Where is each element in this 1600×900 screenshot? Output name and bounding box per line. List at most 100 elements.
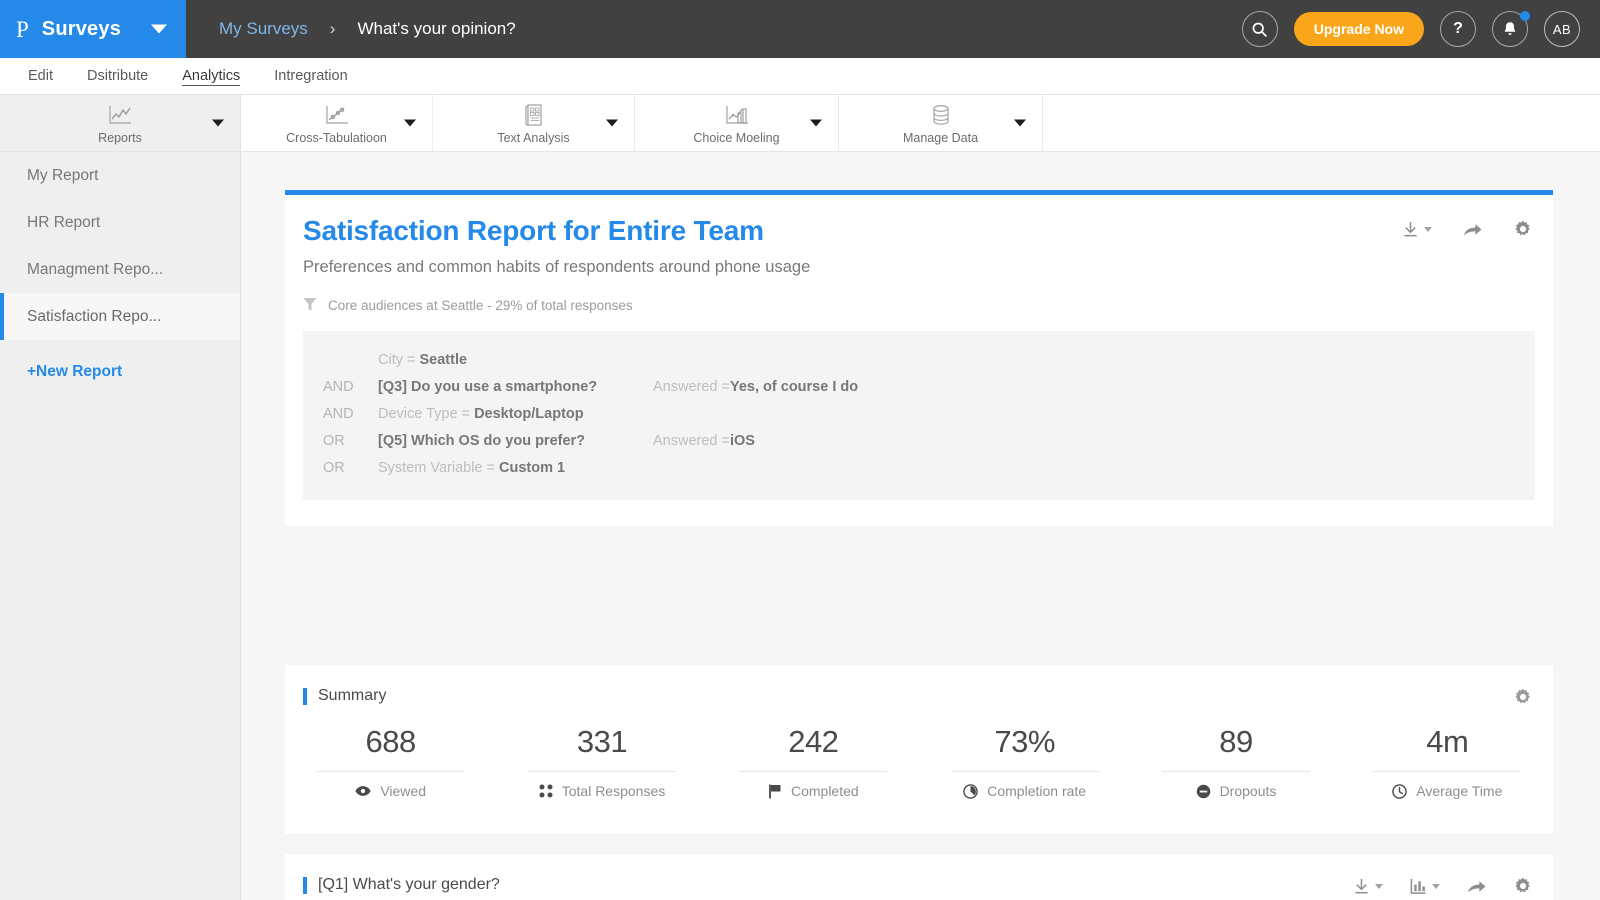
- brand-home-button[interactable]: P Surveys: [0, 0, 186, 58]
- question-share-button[interactable]: [1466, 877, 1487, 896]
- breadcrumb: My Surveys › What's your opinion?: [186, 0, 516, 58]
- sidebar-item-satisfaction-report[interactable]: Satisfaction Repo...: [0, 293, 240, 340]
- notifications-button[interactable]: [1492, 11, 1528, 47]
- condition-operator: AND: [323, 401, 378, 428]
- stat-completed: 242 Completed: [708, 724, 919, 799]
- summary-title: Summary: [318, 687, 386, 705]
- sidebar-item-label: HR Report: [27, 214, 100, 232]
- stat-value: 4m: [1426, 724, 1468, 760]
- question-download-button[interactable]: [1352, 877, 1383, 896]
- condition-value: Custom 1: [499, 460, 565, 476]
- condition-field: System Variable =: [378, 460, 499, 476]
- download-icon: [1352, 877, 1371, 896]
- condition-answer-label: Answered =: [653, 374, 730, 401]
- share-arrow-icon: [1462, 220, 1483, 239]
- clock-icon: [1392, 784, 1407, 799]
- toolbar-label-choice-modeling: Choice Moeling: [693, 131, 779, 145]
- condition-row: OR [Q5] Which OS do you prefer? Answered…: [323, 428, 1515, 455]
- filter-conditions-panel: City = Seattle AND [Q3] Do you use a sma…: [303, 331, 1535, 500]
- breadcrumb-my-surveys[interactable]: My Surveys: [219, 19, 308, 39]
- stat-value: 73%: [994, 724, 1055, 760]
- stat-divider: [528, 771, 676, 772]
- chevron-down-icon[interactable]: [404, 120, 416, 127]
- stat-label-text: Completed: [791, 783, 859, 799]
- stat-label-row: Viewed: [355, 783, 426, 799]
- avatar[interactable]: AB: [1544, 11, 1580, 47]
- condition-answer-value: iOS: [730, 428, 755, 455]
- stat-divider: [317, 771, 465, 772]
- question-chart-type-button[interactable]: [1409, 877, 1440, 896]
- product-logo-icon: P: [16, 18, 29, 41]
- new-report-label: +New Report: [27, 363, 122, 381]
- condition-value: Desktop/Laptop: [474, 406, 584, 422]
- scatter-chart-icon: [324, 102, 350, 128]
- search-button[interactable]: [1242, 11, 1278, 47]
- pie-gauge-icon: [963, 784, 978, 799]
- dots-grid-icon: [539, 784, 553, 798]
- report-header-card: Satisfaction Report for Entire Team Pref…: [285, 190, 1553, 526]
- condition-operator: OR: [323, 428, 378, 455]
- chevron-down-icon[interactable]: [606, 120, 618, 127]
- toolbar-item-choice-modeling[interactable]: Choice Moeling: [635, 95, 839, 151]
- stat-viewed: 688 Viewed: [285, 724, 496, 799]
- sidebar-item-management-report[interactable]: Managment Repo...: [0, 246, 240, 293]
- new-report-button[interactable]: +New Report: [0, 348, 240, 395]
- toolbar-item-reports[interactable]: Reports: [0, 95, 241, 151]
- toolbar-item-text-analysis[interactable]: Text Analysis: [433, 95, 635, 151]
- chevron-down-icon[interactable]: [1375, 884, 1383, 889]
- stat-value: 688: [366, 724, 416, 760]
- sidebar-item-hr-report[interactable]: HR Report: [0, 199, 240, 246]
- bell-icon: [1502, 21, 1518, 38]
- tab-integration-label: Intregration: [274, 68, 347, 84]
- stat-label-text: Viewed: [380, 783, 426, 799]
- tab-analytics-label: Analytics: [182, 68, 240, 84]
- chevron-down-icon[interactable]: [151, 25, 167, 34]
- stat-label-text: Completion rate: [987, 783, 1086, 799]
- question-title: [Q1] What's your gender?: [318, 876, 500, 894]
- report-subtitle: Preferences and common habits of respond…: [303, 258, 1553, 277]
- chevron-down-icon[interactable]: [212, 120, 224, 127]
- stat-value: 331: [577, 724, 627, 760]
- toolbar-item-cross-tabulation[interactable]: Cross-Tabulatioon: [241, 95, 433, 151]
- chevron-down-icon[interactable]: [1014, 120, 1026, 127]
- funnel-icon: [303, 297, 317, 313]
- stat-dropouts: 89 Dropouts: [1130, 724, 1341, 799]
- chevron-down-icon[interactable]: [1424, 227, 1432, 232]
- tab-distribute[interactable]: Dsitribute: [70, 58, 165, 95]
- tab-edit-label: Edit: [28, 68, 53, 84]
- sidebar-item-my-report[interactable]: My Report: [0, 152, 240, 199]
- tab-edit[interactable]: Edit: [11, 58, 70, 95]
- report-download-button[interactable]: [1401, 220, 1432, 239]
- toolbar-item-manage-data[interactable]: Manage Data: [839, 95, 1043, 151]
- summary-card: Summary 688 Viewed: [285, 665, 1553, 834]
- tab-analytics[interactable]: Analytics: [165, 58, 257, 95]
- report-share-button[interactable]: [1462, 220, 1483, 239]
- summary-settings-button[interactable]: [1513, 687, 1533, 707]
- stat-average-time: 4m Average Time: [1342, 724, 1553, 799]
- chevron-down-icon[interactable]: [1432, 884, 1440, 889]
- breadcrumb-separator-icon: ›: [330, 19, 336, 39]
- breadcrumb-current-survey: What's your opinion?: [357, 19, 515, 39]
- gear-icon: [1513, 876, 1533, 896]
- question-card-q1: [Q1] What's your gender?: [285, 854, 1553, 900]
- upgrade-now-button[interactable]: Upgrade Now: [1294, 12, 1424, 46]
- gear-icon: [1513, 219, 1533, 239]
- stat-divider: [1373, 771, 1521, 772]
- stat-label-text: Dropouts: [1220, 783, 1277, 799]
- stat-total-responses: 331 Total Responses: [496, 724, 707, 799]
- help-button[interactable]: ?: [1440, 11, 1476, 47]
- toolbar-label-reports: Reports: [98, 131, 142, 145]
- tab-distribute-label: Dsitribute: [87, 68, 148, 84]
- chevron-down-icon[interactable]: [810, 120, 822, 127]
- minus-circle-icon: [1196, 784, 1211, 799]
- tab-integration[interactable]: Intregration: [257, 58, 364, 95]
- condition-operator: OR: [323, 455, 378, 482]
- stat-label-text: Average Time: [1416, 783, 1502, 799]
- stat-divider: [1162, 771, 1310, 772]
- stat-value: 89: [1219, 724, 1252, 760]
- question-settings-button[interactable]: [1513, 876, 1533, 896]
- report-filter-summary: Core audiences at Seattle - 29% of total…: [303, 297, 1553, 313]
- report-content-area: Satisfaction Report for Entire Team Pref…: [241, 152, 1600, 900]
- report-settings-button[interactable]: [1513, 219, 1533, 239]
- line-chart-icon: [107, 102, 133, 128]
